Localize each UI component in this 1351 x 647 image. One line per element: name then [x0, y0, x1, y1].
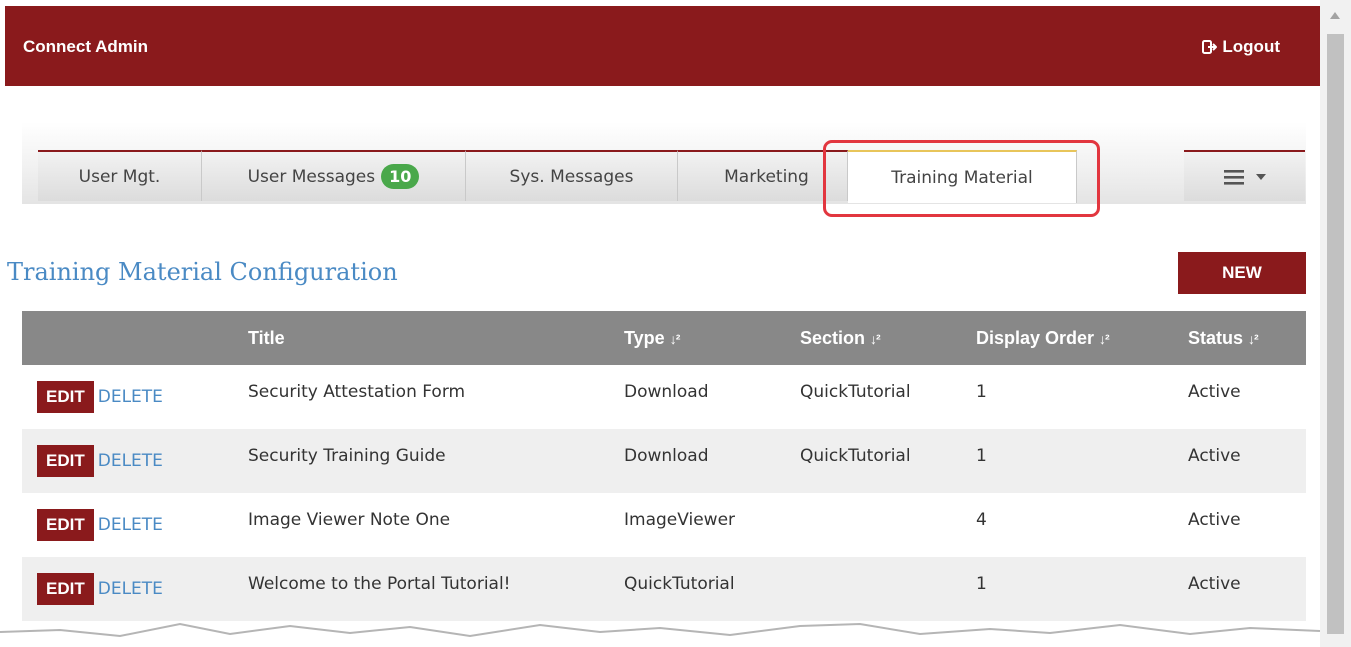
cell-section-text: QuickTutorial	[800, 382, 911, 402]
tab-marketing[interactable]: Marketing	[678, 150, 848, 201]
cell-status-text: Active	[1188, 382, 1241, 402]
logout-icon	[1202, 40, 1218, 54]
cell-title-text: Security Attestation Form	[248, 382, 466, 402]
tab-label: Sys. Messages	[509, 166, 634, 187]
cell-type: Download	[624, 365, 800, 429]
tab-user-mgt[interactable]: User Mgt.	[38, 150, 202, 201]
cell-type-text: ImageViewer	[624, 510, 736, 530]
column-header-section[interactable]: Section ↓²	[800, 311, 976, 365]
cell-order: 4	[976, 493, 1188, 557]
cell-order-text: 1	[976, 382, 987, 402]
more-menu-button[interactable]	[1184, 150, 1305, 201]
cell-status-text: Active	[1188, 446, 1241, 466]
tab-label: User Messages	[247, 166, 376, 187]
hamburger-icon	[1223, 169, 1244, 185]
cell-title: Welcome to the Portal Tutorial!	[248, 557, 624, 621]
scroll-up-icon[interactable]	[1330, 12, 1340, 19]
table-row: EDIT DELETE Image Viewer Note One ImageVi…	[22, 493, 1306, 557]
delete-link[interactable]: DELETE	[98, 515, 163, 535]
cell-order: 1	[976, 365, 1188, 429]
cell-order: 1	[976, 557, 1188, 621]
cell-order-text: 1	[976, 446, 987, 466]
cell-title-text: Security Training Guide	[248, 446, 446, 466]
cell-status: Active	[1188, 557, 1306, 621]
table-row: EDIT DELETE Security Training Guide Downl…	[22, 429, 1306, 493]
column-label: Display Order	[976, 327, 1095, 348]
cell-title: Image Viewer Note One	[248, 493, 624, 557]
edit-button[interactable]: EDIT	[37, 445, 94, 477]
column-label: Section	[800, 327, 866, 348]
cell-type-text: QuickTutorial	[624, 574, 735, 594]
cell-status: Active	[1188, 493, 1306, 557]
row-actions: EDIT DELETE	[22, 557, 248, 621]
logout-button[interactable]: Logout	[1202, 37, 1280, 57]
table-header-row: Title Type ↓² Section ↓² Display Order ↓² S…	[22, 311, 1306, 365]
column-header-status[interactable]: Status ↓²	[1188, 311, 1306, 365]
new-button[interactable]: NEW	[1178, 252, 1306, 294]
cell-type-text: Download	[624, 446, 709, 466]
column-header-type[interactable]: Type ↓²	[624, 311, 800, 365]
table-row: EDIT DELETE Security Attestation Form Dow…	[22, 365, 1306, 429]
cell-section: QuickTutorial	[800, 429, 976, 493]
edit-button[interactable]: EDIT	[37, 573, 94, 605]
unread-count-badge: 10	[381, 164, 420, 189]
tab-sys-messages[interactable]: Sys. Messages	[466, 150, 678, 201]
cell-order-text: 1	[976, 574, 987, 594]
column-header-title: Title	[248, 311, 624, 365]
cell-section-text: QuickTutorial	[800, 446, 911, 466]
cell-type: QuickTutorial	[624, 557, 800, 621]
cell-title-text: Welcome to the Portal Tutorial!	[248, 574, 511, 594]
column-label: Title	[248, 327, 285, 348]
cell-section: QuickTutorial	[800, 365, 976, 429]
row-actions: EDIT DELETE	[22, 429, 248, 493]
table-row: EDIT DELETE Welcome to the Portal Tutoria…	[22, 557, 1306, 621]
app-frame: Connect Admin Logout User Mgt. User Mess…	[0, 0, 1320, 647]
tab-label: Marketing	[724, 166, 809, 187]
sort-icon: ↓²	[1099, 330, 1110, 347]
cell-title: Security Attestation Form	[248, 365, 624, 429]
delete-link[interactable]: DELETE	[98, 387, 163, 407]
edit-button[interactable]: EDIT	[37, 509, 94, 541]
cell-status-text: Active	[1188, 510, 1241, 530]
tab-user-messages[interactable]: User Messages 10	[202, 150, 466, 201]
cell-type: Download	[624, 429, 800, 493]
cell-type-text: Download	[624, 382, 709, 402]
cell-type: ImageViewer	[624, 493, 800, 557]
delete-link[interactable]: DELETE	[98, 579, 163, 599]
row-actions: EDIT DELETE	[22, 365, 248, 429]
column-header-display-order[interactable]: Display Order ↓²	[976, 311, 1188, 365]
top-bar: Connect Admin Logout	[5, 6, 1320, 86]
page-title: Training Material Configuration	[7, 258, 398, 286]
tab-label: User Mgt.	[78, 166, 161, 187]
delete-link[interactable]: DELETE	[98, 451, 163, 471]
logout-label: Logout	[1222, 37, 1280, 56]
cell-title: Security Training Guide	[248, 429, 624, 493]
vertical-scrollbar[interactable]	[1320, 0, 1351, 647]
cell-section	[800, 557, 976, 621]
edit-button[interactable]: EDIT	[37, 381, 94, 413]
tab-training-material[interactable]: Training Material	[848, 150, 1077, 203]
sort-icon: ↓²	[669, 330, 681, 347]
cell-status: Active	[1188, 365, 1306, 429]
column-label: Type	[624, 327, 665, 348]
column-header-actions	[22, 311, 248, 365]
training-material-table: Title Type ↓² Section ↓² Display Order ↓² S…	[22, 311, 1306, 621]
cell-order-text: 4	[976, 510, 987, 530]
column-label: Status	[1188, 327, 1244, 348]
cell-order: 1	[976, 429, 1188, 493]
sort-icon: ↓²	[1248, 330, 1259, 347]
row-actions: EDIT DELETE	[22, 493, 248, 557]
cell-section	[800, 493, 976, 557]
sort-icon: ↓²	[870, 330, 881, 347]
tab-label: Training Material	[891, 167, 1033, 188]
brand-title: Connect Admin	[23, 37, 148, 56]
cell-status: Active	[1188, 429, 1306, 493]
cell-title-text: Image Viewer Note One	[248, 510, 451, 530]
scroll-thumb[interactable]	[1327, 34, 1344, 634]
cell-status-text: Active	[1188, 574, 1241, 594]
caret-down-icon	[1255, 173, 1266, 180]
